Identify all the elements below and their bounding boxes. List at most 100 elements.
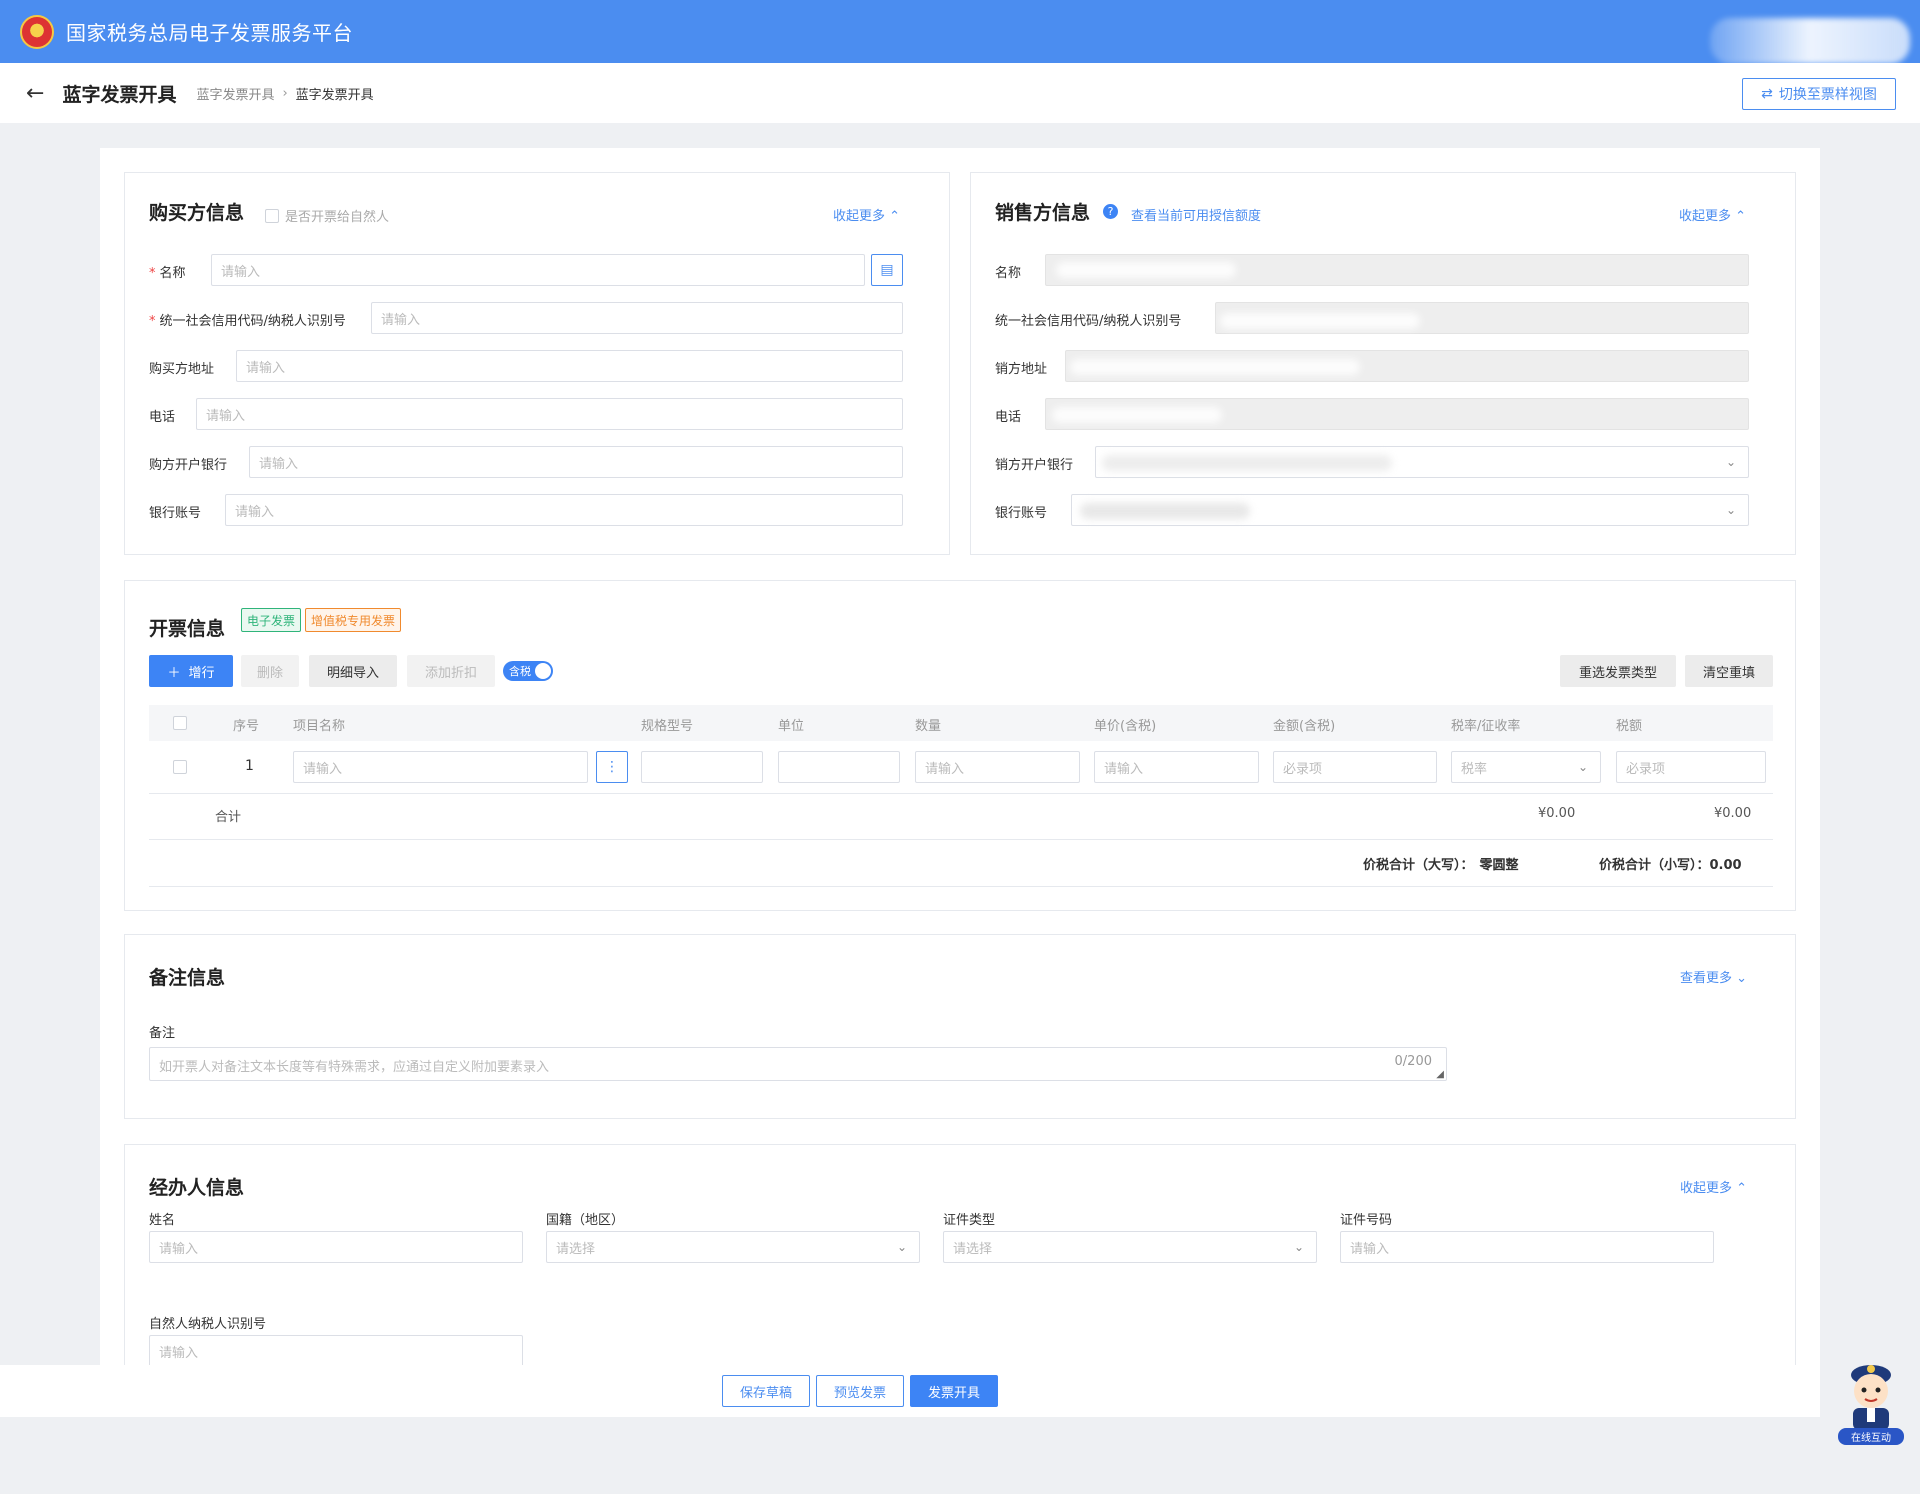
buyer-account-input[interactable]: 请输入 bbox=[225, 494, 903, 526]
chevron-down-icon: ⌄ bbox=[896, 1240, 907, 1254]
id-number-label: 证件号码 bbox=[1340, 1213, 1393, 1228]
add-discount-button[interactable]: 添加折扣 bbox=[407, 655, 495, 687]
tax-rate-select[interactable]: 税率 ⌄ bbox=[1451, 751, 1601, 783]
delete-row-button[interactable]: 删除 bbox=[241, 655, 299, 687]
unit-input[interactable] bbox=[778, 751, 900, 783]
seller-taxid-label: 统一社会信用代码/纳税人识别号 bbox=[995, 314, 1182, 329]
handler-name-input[interactable]: 请输入 bbox=[149, 1231, 523, 1263]
seller-account-select[interactable]: ⌄ bbox=[1071, 494, 1749, 526]
total-amount: ¥0.00 bbox=[1538, 806, 1576, 821]
chevron-down-icon: ⌄ bbox=[1293, 1240, 1304, 1254]
top-header: 国家税务总局电子发票服务平台 bbox=[0, 0, 1920, 64]
tax-inclusive-toggle[interactable]: 含税 bbox=[503, 661, 553, 681]
row-divider bbox=[149, 793, 1773, 794]
handler-card: 经办人信息 收起更多 ⌃ 姓名 请输入 国籍（地区） 请选择 ⌄ 证件类型 请选择… bbox=[124, 1144, 1796, 1384]
seller-account-label: 银行账号 bbox=[995, 506, 1048, 521]
row-checkbox[interactable] bbox=[173, 760, 187, 774]
issue-invoice-button[interactable]: 发票开具 bbox=[910, 1375, 998, 1407]
row-divider bbox=[149, 839, 1773, 840]
credit-quota-link[interactable]: 查看当前可用授信额度 bbox=[1131, 205, 1261, 224]
seller-collapse-link[interactable]: 收起更多 ⌃ bbox=[1679, 205, 1746, 224]
row-divider bbox=[149, 886, 1773, 887]
item-name-input[interactable]: 请输入 bbox=[293, 751, 588, 783]
plus-icon: ＋ bbox=[167, 665, 181, 681]
id-type-select[interactable]: 请选择 ⌄ bbox=[943, 1231, 1317, 1263]
select-all-checkbox[interactable] bbox=[173, 716, 187, 730]
breadcrumb-item[interactable]: 蓝字发票开具 bbox=[196, 84, 274, 103]
col-item-name: 项目名称 bbox=[293, 719, 346, 734]
checkbox-box[interactable] bbox=[265, 208, 279, 223]
tax-input[interactable]: 必录项 bbox=[1616, 751, 1766, 783]
col-unit: 单位 bbox=[778, 719, 805, 734]
back-arrow-icon[interactable]: ← bbox=[26, 81, 44, 106]
help-label[interactable]: 在线互动 bbox=[1838, 1428, 1904, 1445]
amount-input[interactable]: 必录项 bbox=[1273, 751, 1437, 783]
seller-address-label: 销方地址 bbox=[995, 362, 1048, 377]
seller-name-label: 名称 bbox=[995, 266, 1022, 281]
sum-lower: 价税合计（小写）：0.00 bbox=[1599, 858, 1742, 873]
remarks-placeholder: 如开票人对备注文本长度等有特殊需求，应通过自定义附加要素录入 bbox=[159, 1060, 550, 1075]
buyer-collapse-link[interactable]: 收起更多 ⌃ bbox=[833, 205, 900, 224]
buyer-address-input[interactable]: 请输入 bbox=[236, 350, 903, 382]
buyer-taxid-label: * 统一社会信用代码/纳税人识别号 bbox=[149, 314, 346, 329]
add-row-button[interactable]: ＋增行 bbox=[149, 655, 233, 687]
id-type-label: 证件类型 bbox=[943, 1213, 996, 1228]
remarks-title: 备注信息 bbox=[149, 967, 226, 989]
clear-refill-button[interactable]: 清空重填 bbox=[1685, 655, 1773, 687]
handler-title: 经办人信息 bbox=[149, 1177, 245, 1199]
chevron-down-icon: ⌄ bbox=[1725, 503, 1736, 517]
seller-bank-select[interactable]: ⌄ bbox=[1095, 446, 1749, 478]
remarks-more-link[interactable]: 查看更多 ⌄ bbox=[1680, 967, 1747, 986]
spec-input[interactable] bbox=[641, 751, 763, 783]
nationality-label: 国籍（地区） bbox=[546, 1213, 625, 1228]
buyer-phone-label: 电话 bbox=[149, 410, 176, 425]
switch-view-label: 切换至票样视图 bbox=[1778, 87, 1877, 103]
resize-handle-icon[interactable]: ◢ bbox=[1436, 1069, 1444, 1080]
switch-view-button[interactable]: ⇄ 切换至票样视图 bbox=[1742, 78, 1896, 110]
main-panel: 购买方信息 是否开票给自然人 收起更多 ⌃ * 名称 请输入 ▤ * 统一社会信用代… bbox=[100, 148, 1820, 1403]
qty-input[interactable]: 请输入 bbox=[915, 751, 1080, 783]
seller-address-input bbox=[1065, 350, 1749, 382]
remarks-textarea[interactable]: 如开票人对备注文本长度等有特殊需求，应通过自定义附加要素录入 0/200 ◢ bbox=[149, 1047, 1447, 1081]
seller-bank-label: 销方开户银行 bbox=[995, 458, 1074, 473]
unit-price-input[interactable]: 请输入 bbox=[1094, 751, 1259, 783]
save-draft-button[interactable]: 保存草稿 bbox=[722, 1375, 810, 1407]
help-question-icon[interactable]: ? bbox=[1103, 204, 1118, 219]
remarks-card: 备注信息 查看更多 ⌄ 备注 如开票人对备注文本长度等有特殊需求，应通过自定义附… bbox=[124, 934, 1796, 1119]
buyer-title: 购买方信息 bbox=[149, 202, 245, 224]
seller-phone-label: 电话 bbox=[995, 410, 1022, 425]
handler-name-label: 姓名 bbox=[149, 1213, 176, 1228]
buyer-phone-input[interactable]: 请输入 bbox=[196, 398, 903, 430]
buyer-account-label: 银行账号 bbox=[149, 506, 202, 521]
buyer-name-input[interactable]: 请输入 bbox=[211, 254, 865, 286]
redacted-value bbox=[1220, 313, 1420, 329]
invoice-card: 开票信息 电子发票 增值税专用发票 ＋增行 删除 明细导入 添加折扣 含税 重选… bbox=[124, 580, 1796, 911]
redacted-value bbox=[1056, 262, 1236, 278]
redacted-value bbox=[1070, 359, 1360, 375]
natural-taxid-input[interactable]: 请输入 bbox=[149, 1335, 523, 1367]
reselect-type-button[interactable]: 重选发票类型 bbox=[1560, 655, 1676, 687]
chevron-up-icon: ⌃ bbox=[1735, 209, 1747, 224]
tax-emblem-logo bbox=[20, 14, 54, 49]
total-label: 合计 bbox=[215, 810, 242, 825]
id-number-input[interactable]: 请输入 bbox=[1340, 1231, 1714, 1263]
user-info-blurred[interactable] bbox=[1710, 18, 1910, 64]
seller-title: 销售方信息 bbox=[995, 202, 1091, 224]
more-options-icon[interactable]: ⋮ bbox=[596, 751, 628, 783]
handler-collapse-link[interactable]: 收起更多 ⌃ bbox=[1680, 1177, 1747, 1196]
buyer-bank-input[interactable]: 请输入 bbox=[249, 446, 903, 478]
col-index: 序号 bbox=[233, 719, 260, 734]
sum-upper: 价税合计（大写）： 零圆整 bbox=[1363, 858, 1519, 873]
preview-invoice-button[interactable]: 预览发票 bbox=[816, 1375, 904, 1407]
seller-name-input bbox=[1045, 254, 1749, 286]
import-detail-button[interactable]: 明细导入 bbox=[309, 655, 397, 687]
buyer-address-label: 购买方地址 bbox=[149, 362, 215, 377]
col-qty: 数量 bbox=[915, 719, 942, 734]
natural-person-checkbox[interactable]: 是否开票给自然人 bbox=[265, 206, 389, 225]
buyer-taxid-input[interactable]: 请输入 bbox=[371, 302, 903, 334]
buyer-lookup-icon[interactable]: ▤ bbox=[871, 254, 903, 286]
remarks-counter: 0/200 bbox=[1394, 1054, 1432, 1069]
nationality-select[interactable]: 请选择 ⌄ bbox=[546, 1231, 920, 1263]
row-index: 1 bbox=[245, 758, 254, 774]
chevron-down-icon: ⌄ bbox=[1736, 971, 1748, 986]
